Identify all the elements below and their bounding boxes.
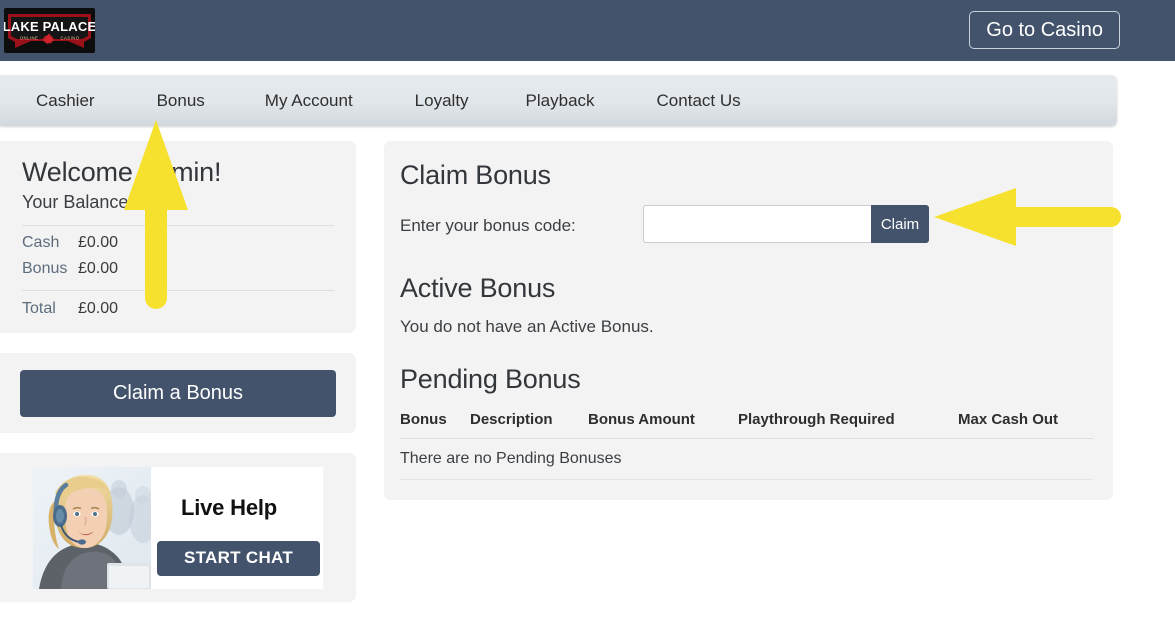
balance-cash-label: Cash (22, 234, 60, 252)
svg-text:LAKE PALACE: LAKE PALACE (4, 19, 95, 34)
balance-heading: Your Balance (22, 192, 129, 213)
pending-bonus-table-body: There are no Pending Bonuses (400, 438, 1093, 481)
support-agent-image (33, 466, 151, 589)
svg-text:CASINO: CASINO (60, 36, 79, 41)
live-help-card: Live Help START CHAT (0, 453, 356, 602)
nav-item-playback[interactable]: Playback (526, 92, 595, 109)
column-header-bonus-amount: Bonus Amount (588, 411, 738, 440)
active-bonus-empty-message: You do not have an Active Bonus. (400, 316, 654, 336)
bonus-main-panel: Claim Bonus Enter your bonus code: Claim… (384, 141, 1113, 500)
nav-item-contact-us[interactable]: Contact Us (657, 92, 741, 109)
table-row: There are no Pending Bonuses (400, 438, 1093, 481)
active-bonus-title: Active Bonus (400, 273, 556, 304)
nav-item-bonus[interactable]: Bonus (157, 92, 205, 109)
live-help-banner[interactable]: Live Help START CHAT (33, 466, 323, 589)
welcome-title: Welcome Admin! (22, 157, 222, 187)
balance-total-label: Total (22, 300, 56, 318)
column-header-max-cash-out: Max Cash Out (958, 411, 1093, 440)
main-navigation: Cashier Bonus My Account Loyalty Playbac… (0, 75, 1117, 126)
balance-cash-value: £0.00 (78, 234, 119, 252)
column-header-description: Description (470, 411, 588, 440)
claim-bonus-title: Claim Bonus (400, 160, 551, 190)
balance-bonus-value: £0.00 (78, 260, 119, 278)
nav-item-my-account[interactable]: My Account (265, 92, 353, 109)
balance-row-cash: Cash £0.00 (22, 234, 334, 252)
table-header-row: Bonus Description Bonus Amount Playthrou… (400, 411, 1093, 440)
claim-code-button[interactable]: Claim (871, 205, 929, 244)
column-header-playthrough-required: Playthrough Required (738, 411, 958, 440)
pending-bonus-table: Bonus Description Bonus Amount Playthrou… (400, 411, 1093, 481)
go-to-casino-button[interactable]: Go to Casino (969, 11, 1120, 49)
bonus-code-input-group: Claim (643, 205, 929, 244)
balance-divider-bottom (22, 290, 334, 292)
nav-item-cashier[interactable]: Cashier (36, 92, 95, 109)
claim-a-bonus-button[interactable]: Claim a Bonus (20, 369, 336, 417)
nav-item-loyalty[interactable]: Loyalty (415, 92, 469, 109)
balance-row-bonus: Bonus £0.00 (22, 260, 334, 278)
live-help-title: Live Help (181, 494, 278, 520)
logo-graphic: LAKE PALACE ONLINE CASINO (4, 8, 95, 53)
page-root: LAKE PALACE ONLINE CASINO Go to Casino C… (0, 0, 1175, 621)
balance-total-value: £0.00 (78, 300, 119, 318)
claim-a-bonus-card: Claim a Bonus (0, 353, 356, 433)
go-to-casino-label: Go to Casino (986, 18, 1103, 41)
pending-bonus-title: Pending Bonus (400, 363, 581, 394)
site-header: LAKE PALACE ONLINE CASINO Go to Casino (0, 0, 1175, 61)
support-agent-photo (33, 466, 151, 589)
column-header-bonus: Bonus (400, 411, 470, 440)
pending-bonus-empty-message: There are no Pending Bonuses (400, 438, 1093, 481)
start-chat-button[interactable]: START CHAT (157, 540, 320, 576)
bonus-code-label: Enter your bonus code: (400, 216, 576, 236)
bonus-code-row: Enter your bonus code: Claim (400, 205, 1093, 247)
balance-card: Welcome Admin! Your Balance Cash £0.00 B… (0, 141, 356, 333)
lake-palace-logo[interactable]: LAKE PALACE ONLINE CASINO (4, 8, 95, 53)
bonus-code-input[interactable] (643, 205, 871, 244)
balance-row-total: Total £0.00 (22, 300, 334, 318)
balance-bonus-label: Bonus (22, 260, 68, 278)
pending-bonus-table-head: Bonus Description Bonus Amount Playthrou… (400, 411, 1093, 440)
balance-divider-top (22, 225, 334, 227)
svg-text:ONLINE: ONLINE (20, 36, 39, 41)
